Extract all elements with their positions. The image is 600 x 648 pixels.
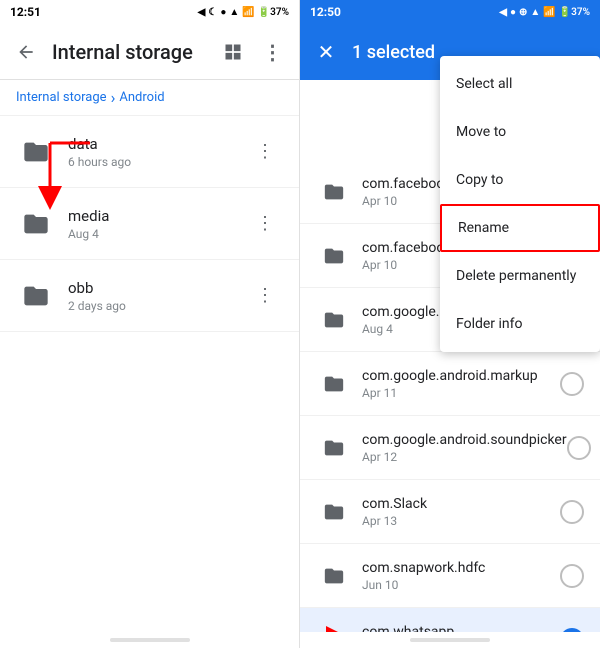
menu-item-folder-info[interactable]: Folder info xyxy=(440,300,600,348)
folder-icon xyxy=(316,494,352,530)
file-date: Apr 11 xyxy=(362,386,560,400)
folder-icon xyxy=(16,132,56,172)
file-name: com.google.android.markup xyxy=(362,368,560,384)
menu-item-copy-to[interactable]: Copy to xyxy=(440,156,600,204)
menu-item-delete[interactable]: Delete permanently xyxy=(440,252,600,300)
file-list-left: data 6 hours ago ⋮ media Aug 4 ⋮ xyxy=(0,116,299,632)
file-info: com.google.android.markup Apr 11 xyxy=(352,368,560,400)
toolbar-right-icons: ⋮ xyxy=(215,34,291,70)
list-item[interactable]: media Aug 4 ⋮ xyxy=(0,188,299,260)
breadcrumb: Internal storage › Android xyxy=(0,80,299,116)
close-selection-button[interactable]: ✕ xyxy=(308,34,344,70)
folder-icon xyxy=(16,276,56,316)
status-bar-right: 12:50 ◀ ● ⊕ ▲ 📶 🔋37% xyxy=(300,0,600,24)
file-date: Jun 10 xyxy=(362,578,560,592)
folder-icon xyxy=(316,622,352,633)
file-more-button[interactable]: ⋮ xyxy=(247,206,283,242)
file-more-button[interactable]: ⋮ xyxy=(247,278,283,314)
right-panel: 12:50 ◀ ● ⊕ ▲ 📶 🔋37% ✕ 1 selected Select… xyxy=(300,0,600,648)
file-name: com.snapwork.hdfc xyxy=(362,560,560,576)
grid-view-button[interactable] xyxy=(215,34,251,70)
breadcrumb-separator: › xyxy=(111,88,116,107)
file-name: com.whatsapp xyxy=(362,624,560,633)
left-panel: 12:51 ◀ ☾ ● ▲ 📶 🔋37% Internal storage ⋮ xyxy=(0,0,300,648)
file-select-checkbox[interactable] xyxy=(560,564,584,588)
bottom-nav-indicator xyxy=(410,638,490,642)
file-info: data 6 hours ago xyxy=(56,135,247,169)
right-time: 12:50 xyxy=(310,5,341,19)
menu-item-move-to[interactable]: Move to xyxy=(440,108,600,156)
file-info: com.whatsapp Apr 11 xyxy=(352,624,560,633)
file-date: 2 days ago xyxy=(68,299,247,313)
file-name: data xyxy=(68,135,247,153)
list-item[interactable]: obb 2 days ago ⋮ xyxy=(0,260,299,332)
menu-item-rename[interactable]: Rename xyxy=(440,204,600,252)
file-more-button[interactable]: ⋮ xyxy=(247,134,283,170)
folder-icon xyxy=(316,430,352,466)
folder-icon xyxy=(316,238,352,274)
file-info: com.snapwork.hdfc Jun 10 xyxy=(352,560,560,592)
file-name: obb xyxy=(68,279,247,297)
file-name: com.google.android.soundpicker xyxy=(362,432,567,448)
file-name: media xyxy=(68,207,247,225)
status-bar-left: 12:51 ◀ ☾ ● ▲ 📶 🔋37% xyxy=(0,0,299,24)
file-select-checkbox[interactable] xyxy=(560,500,584,524)
bottom-nav-indicator xyxy=(110,638,190,642)
folder-icon xyxy=(316,174,352,210)
list-item[interactable]: com.google.android.markup Apr 11 xyxy=(300,352,600,416)
file-info: com.Slack Apr 13 xyxy=(352,496,560,528)
file-select-checkbox[interactable] xyxy=(560,372,584,396)
folder-icon xyxy=(16,204,56,244)
page-title: Internal storage xyxy=(52,40,207,64)
folder-icon xyxy=(316,366,352,402)
file-info: obb 2 days ago xyxy=(56,279,247,313)
file-info: media Aug 4 xyxy=(56,207,247,241)
file-name: com.Slack xyxy=(362,496,560,512)
file-date: Apr 13 xyxy=(362,514,560,528)
folder-icon xyxy=(316,558,352,594)
file-info: com.google.android.soundpicker Apr 12 xyxy=(352,432,567,464)
right-status-icons: ◀ ● ⊕ ▲ 📶 🔋37% xyxy=(499,7,590,18)
breadcrumb-current[interactable]: Android xyxy=(119,90,164,105)
folder-icon xyxy=(316,302,352,338)
list-item[interactable]: com.google.android.soundpicker Apr 12 xyxy=(300,416,600,480)
left-time: 12:51 xyxy=(10,5,41,19)
menu-item-select-all[interactable]: Select all xyxy=(440,60,600,108)
breadcrumb-root[interactable]: Internal storage xyxy=(16,90,107,105)
toolbar-left: Internal storage ⋮ xyxy=(0,24,299,80)
list-item[interactable]: data 6 hours ago ⋮ xyxy=(0,116,299,188)
left-status-icons: ◀ ☾ ● ▲ 📶 🔋37% xyxy=(198,7,289,18)
file-date: Aug 4 xyxy=(68,227,247,241)
list-item[interactable]: com.whatsapp Apr 11 ✓ xyxy=(300,608,600,632)
context-menu: Select all Move to Copy to Rename Delete… xyxy=(440,56,600,352)
file-date: 6 hours ago xyxy=(68,155,247,169)
file-select-checkbox[interactable] xyxy=(567,436,591,460)
back-button[interactable] xyxy=(8,34,44,70)
more-options-button[interactable]: ⋮ xyxy=(255,34,291,70)
file-date: Apr 12 xyxy=(362,450,567,464)
list-item[interactable]: com.snapwork.hdfc Jun 10 xyxy=(300,544,600,608)
list-item[interactable]: com.Slack Apr 13 xyxy=(300,480,600,544)
file-select-checkbox[interactable]: ✓ xyxy=(560,628,584,633)
